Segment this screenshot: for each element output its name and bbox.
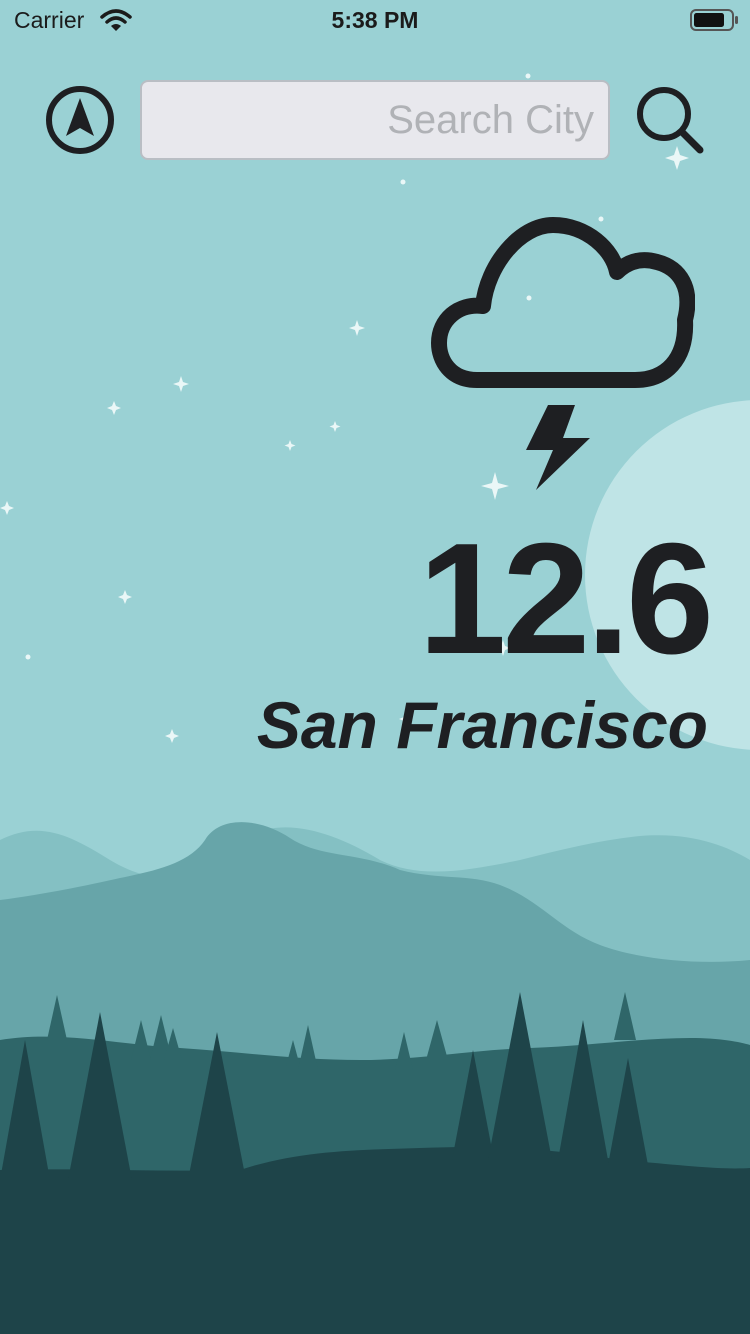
location-button[interactable] — [44, 84, 116, 156]
status-time: 5:38 PM — [331, 7, 419, 33]
search-button[interactable] — [632, 82, 710, 160]
temperature-value: 12.6 — [418, 511, 714, 687]
star — [525, 73, 531, 79]
cloud-lightning-icon — [431, 217, 695, 490]
city-name: San Francisco — [256, 688, 708, 762]
star — [400, 179, 406, 185]
battery-icon — [690, 9, 738, 31]
magnifier-icon — [637, 87, 704, 154]
star — [25, 654, 31, 660]
location-arrow-icon — [46, 86, 114, 154]
status-bar: Carrier 5:38 PM — [0, 0, 750, 40]
search-city-input[interactable] — [140, 80, 610, 160]
